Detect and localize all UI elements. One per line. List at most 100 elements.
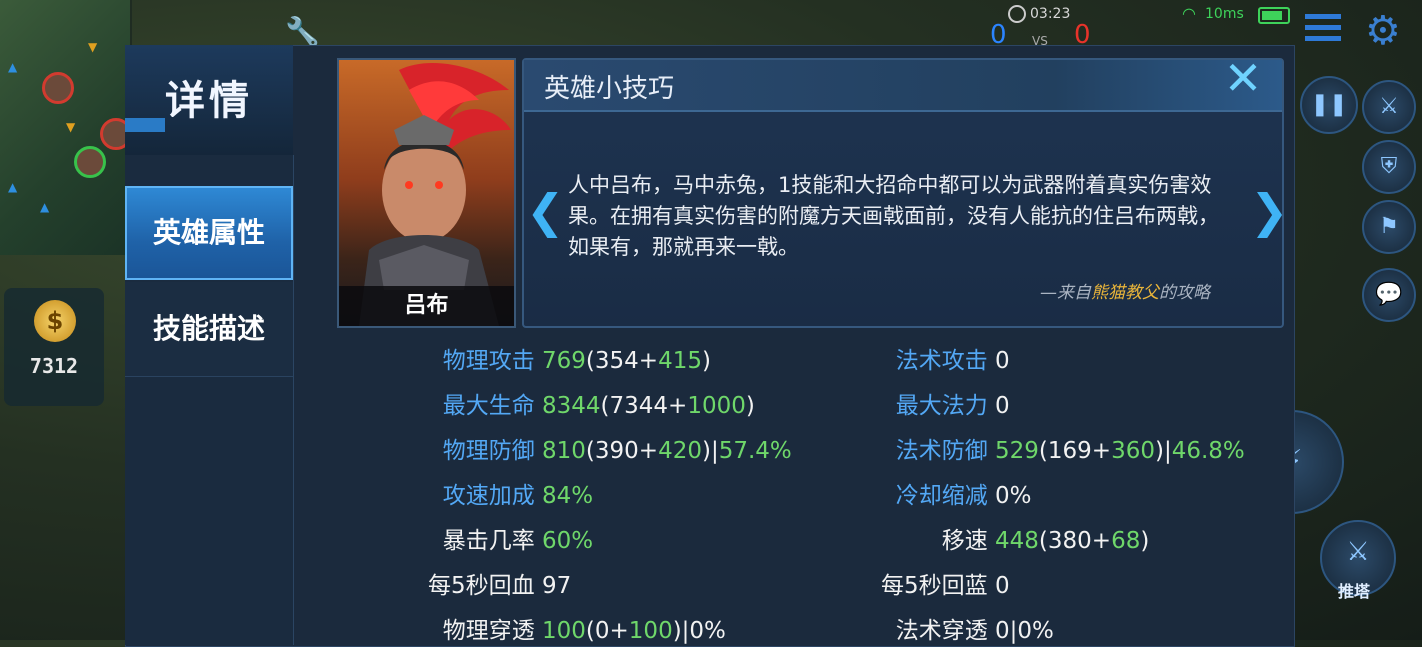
stat-left-row: 物理攻击 769(354+415) (443, 341, 711, 375)
stat-right-value: 0 (995, 393, 1010, 419)
next-tip-arrow[interactable]: ❯ (1250, 184, 1289, 238)
tab-hero-attributes[interactable]: 英雄属性 (125, 186, 293, 280)
prev-tip-arrow[interactable]: ❮ (526, 184, 565, 238)
gold-amount: 7312 (29, 354, 79, 378)
stat-left-value: 100 (542, 618, 586, 644)
stat-right-label: 最大法力 (895, 393, 995, 419)
stat-right-label: 法术穿透 (895, 618, 995, 644)
battery-icon (1258, 7, 1290, 24)
tip-source: —来自熊猫教父的攻略 (1040, 278, 1210, 303)
stat-right-value: 360 (1111, 438, 1155, 464)
flag-icon[interactable]: ⚑ (1362, 200, 1416, 254)
stat-left-label: 最大生命 (442, 393, 542, 419)
stat-left-value: ) (745, 393, 755, 419)
stat-right-value: 46.8% (1171, 438, 1245, 464)
stat-right-label: 每5秒回蓝 (881, 573, 995, 599)
stat-left-row: 每5秒回血 97 (428, 566, 571, 600)
page-title: 详情 (165, 78, 253, 124)
stat-left-value: 415 (658, 348, 702, 374)
stat-left-value: 769 (542, 348, 586, 374)
chat-icon[interactable]: 💬 (1362, 268, 1416, 322)
tower-icon: ▲ (8, 60, 18, 74)
stat-left-value: )|0% (672, 618, 726, 644)
shield-icon[interactable]: ⛨ (1362, 140, 1416, 194)
stat-left-label: 物理防御 (442, 438, 542, 464)
tip-source-author[interactable]: 熊猫教父 (1091, 283, 1159, 303)
stat-left-value: 100 (628, 618, 673, 644)
stat-right-value: ) (1140, 528, 1150, 554)
shop-button[interactable]: $ 7312 (4, 288, 104, 406)
stat-right-value: 0|0% (995, 618, 1054, 644)
tower-icon: ▲ (40, 200, 50, 214)
clock-icon (1008, 5, 1026, 23)
stat-right-value: (380+ (1038, 528, 1112, 554)
tower-icon: ▼ (88, 40, 98, 54)
gold-bag-icon: $ (34, 300, 76, 342)
stat-left-label: 攻速加成 (442, 483, 542, 509)
ally-hero-marker (74, 146, 106, 178)
stat-left-label: 物理攻击 (442, 348, 542, 374)
stat-right-row: 法术防御 529(169+360)|46.8% (896, 431, 1245, 465)
wifi-icon: ◠ (1182, 4, 1196, 23)
stat-right-value: 0 (995, 348, 1010, 374)
stat-left-label: 每5秒回血 (428, 573, 542, 599)
gear-icon[interactable]: ⚙ (1365, 8, 1401, 54)
stat-left-value: (0+ (585, 618, 629, 644)
close-button[interactable]: ✕ (1212, 52, 1274, 104)
tips-title: 英雄小技巧 (544, 74, 675, 104)
menu-icon[interactable] (1305, 14, 1341, 42)
stat-right-value: 448 (995, 528, 1039, 554)
push-tower-label: 推塔 (1338, 582, 1371, 601)
stat-left-row: 物理防御 810(390+420)|57.4% (443, 431, 792, 465)
stat-right-row: 最大法力 0 (896, 386, 1010, 420)
stat-left-value: (354+ (585, 348, 659, 374)
stat-left-value: 97 (542, 573, 572, 599)
stat-left-value: 1000 (687, 393, 746, 419)
pause-button[interactable]: ❚❚ (1300, 76, 1358, 134)
stat-right-label: 法术攻击 (895, 348, 995, 374)
stat-right-row: 每5秒回蓝 0 (881, 566, 1010, 600)
tip-text: 人中吕布，马中赤兔，1技能和大招命中都可以为武器附着真实伤害效果。在拥有真实伤害… (568, 173, 1219, 259)
stat-right-row: 法术攻击 0 (896, 341, 1010, 375)
stat-right-label: 移速 (941, 528, 995, 554)
stat-left-value: 810 (542, 438, 586, 464)
stat-right-label: 冷却缩减 (895, 483, 995, 509)
stat-right-row: 冷却缩减 0% (896, 476, 1032, 510)
stat-left-value: (7344+ (600, 393, 688, 419)
match-time: 03:23 (1030, 6, 1071, 22)
tab-skill-description[interactable]: 技能描述 (125, 282, 293, 377)
tower-icon: ▲ (8, 180, 18, 194)
stat-right-row: 移速 448(380+68) (942, 521, 1150, 555)
stat-left-row: 暴击几率 60% (443, 521, 593, 555)
tip-source-prefix: —来自 (1040, 283, 1091, 303)
wrench-icon[interactable]: 🔧 (285, 15, 320, 48)
stat-left-value: 84% (542, 483, 594, 509)
stat-left-row: 攻速加成 84% (443, 476, 593, 510)
stat-left-value: ) (701, 348, 711, 374)
stat-left-value: 57.4% (718, 438, 792, 464)
stat-left-value: (390+ (585, 438, 659, 464)
stat-right-label: 法术防御 (895, 438, 995, 464)
stat-right-value: 68 (1111, 528, 1141, 554)
tip-source-suffix: 的攻略 (1159, 283, 1210, 303)
stat-left-value: 420 (658, 438, 702, 464)
stat-right-value: 529 (995, 438, 1039, 464)
minimap[interactable]: ▲ ▲ ▲ ▼ ▼ (0, 0, 132, 255)
hero-portrait: 吕布 (337, 58, 516, 328)
sword-icon[interactable]: ⚔ (1362, 80, 1416, 134)
enemy-hero-marker (42, 72, 74, 104)
stat-left-value: 8344 (542, 393, 601, 419)
stat-right-value: 0% (995, 483, 1032, 509)
stat-left-label: 物理穿透 (442, 618, 542, 644)
tower-icon: ▼ (66, 120, 76, 134)
stat-left-value: 60% (542, 528, 594, 554)
title-decoration (125, 118, 165, 132)
ping-value: 10ms (1205, 6, 1244, 22)
stat-right-value: 0 (995, 573, 1010, 599)
stat-right-value: )| (1154, 438, 1172, 464)
stat-left-value: )| (701, 438, 719, 464)
stat-right-value: (169+ (1038, 438, 1112, 464)
hero-name: 吕布 (339, 286, 514, 326)
stat-left-row: 最大生命 8344(7344+1000) (443, 386, 755, 420)
stat-left-label: 暴击几率 (442, 528, 542, 554)
